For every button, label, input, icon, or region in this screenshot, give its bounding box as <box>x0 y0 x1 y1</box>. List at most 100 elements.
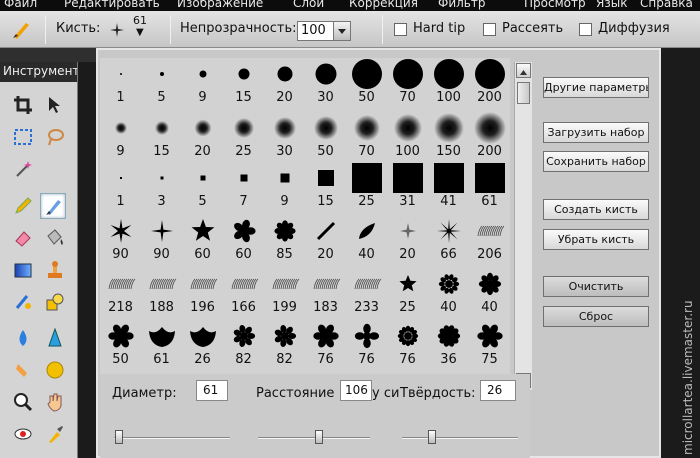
brush-preset[interactable]: 61 <box>469 162 510 210</box>
spacing-slider[interactable] <box>258 437 370 439</box>
brush-preset[interactable]: 206 <box>469 215 510 263</box>
brush-preset[interactable]: 50 <box>100 320 141 368</box>
brush-preset[interactable]: 26 <box>182 320 223 368</box>
brush-preset[interactable]: 1 <box>100 162 141 210</box>
brush-preset[interactable]: 3 <box>141 162 182 210</box>
create-brush-button[interactable]: Создать кисть <box>543 199 649 220</box>
brush-preset[interactable]: 36 <box>428 320 469 368</box>
pencil-icon[interactable] <box>10 193 36 219</box>
scroll-thumb[interactable] <box>517 82 530 104</box>
brush-preset[interactable]: 188 <box>141 268 182 316</box>
lasso-icon[interactable] <box>42 124 68 150</box>
shape-icon[interactable] <box>42 289 68 315</box>
brush-preset[interactable]: 25 <box>387 268 428 316</box>
scroll-up-button[interactable] <box>516 63 531 78</box>
scatter-checkbox[interactable] <box>483 23 496 36</box>
brush-preset[interactable]: 15 <box>141 112 182 160</box>
hardtip-checkbox[interactable] <box>394 23 407 36</box>
brush-preset[interactable]: 75 <box>469 320 510 368</box>
eyedropper-icon[interactable] <box>42 421 68 447</box>
brush-preset[interactable]: 200 <box>469 112 510 160</box>
sponge-icon[interactable] <box>42 357 68 383</box>
menu-item[interactable]: Редактировать <box>64 0 160 10</box>
marquee-select-icon[interactable] <box>10 124 36 150</box>
brush-preset[interactable]: 76 <box>305 320 346 368</box>
brush-preset[interactable]: 9 <box>182 58 223 106</box>
brush-preset[interactable]: 70 <box>346 112 387 160</box>
hand-icon[interactable] <box>42 389 68 415</box>
brush-preset[interactable]: 31 <box>387 162 428 210</box>
brush-preset[interactable]: 85 <box>264 215 305 263</box>
red-eye-icon[interactable] <box>10 421 36 447</box>
sharpen-icon[interactable] <box>42 325 68 351</box>
paint-bucket-icon[interactable] <box>42 225 68 251</box>
menu-item[interactable]: Язык <box>596 0 627 10</box>
brush-preset[interactable]: 25 <box>223 112 264 160</box>
brush-preset[interactable]: 60 <box>182 215 223 263</box>
brush-preset[interactable]: 233 <box>346 268 387 316</box>
clear-button[interactable]: Очистить <box>543 276 649 297</box>
menu-item[interactable]: Просмотр <box>524 0 586 10</box>
brush-preset[interactable]: 40 <box>428 268 469 316</box>
smudge-icon[interactable] <box>10 357 36 383</box>
remove-brush-button[interactable]: Убрать кисть <box>543 229 649 250</box>
blur-icon[interactable] <box>10 325 36 351</box>
brush-preset[interactable]: 7 <box>223 162 264 210</box>
brush-preset[interactable]: 100 <box>387 112 428 160</box>
brush-preset[interactable]: 70 <box>387 58 428 106</box>
zoom-icon[interactable] <box>10 389 36 415</box>
brush-preset[interactable]: 200 <box>469 58 510 106</box>
brush-preset[interactable]: 196 <box>182 268 223 316</box>
reset-button[interactable]: Сброс <box>543 306 649 327</box>
brush-preset[interactable]: 20 <box>182 112 223 160</box>
spacing-slider-handle[interactable] <box>315 430 323 444</box>
brush-preset[interactable]: 30 <box>305 58 346 106</box>
menu-item[interactable]: Фильтр <box>438 0 485 10</box>
menu-item[interactable]: Справка <box>640 0 693 10</box>
brush-preset[interactable]: 100 <box>428 58 469 106</box>
save-set-button[interactable]: Сохранить набор <box>543 151 649 172</box>
crop-icon[interactable] <box>10 92 36 118</box>
brush-preview-icon[interactable] <box>104 17 130 43</box>
brush-preset[interactable]: 20 <box>305 215 346 263</box>
brush-preset[interactable]: 66 <box>428 215 469 263</box>
hardness-slider-handle[interactable] <box>428 430 436 444</box>
brush-preset[interactable]: 82 <box>264 320 305 368</box>
brush-preset[interactable]: 40 <box>346 215 387 263</box>
brush-preset[interactable]: 15 <box>223 58 264 106</box>
brush-preset[interactable]: 9 <box>100 112 141 160</box>
other-params-button[interactable]: Другие параметры <box>543 77 649 98</box>
brush-preset[interactable]: 183 <box>305 268 346 316</box>
diameter-input[interactable]: 61 <box>196 380 228 401</box>
brush-preset[interactable]: 166 <box>223 268 264 316</box>
hardness-input[interactable]: 26 <box>480 380 516 401</box>
load-set-button[interactable]: Загрузить набор <box>543 122 649 143</box>
brush-preset[interactable]: 25 <box>346 162 387 210</box>
brush-preset[interactable]: 150 <box>428 112 469 160</box>
brush-preset[interactable]: 40 <box>469 268 510 316</box>
brush-preset[interactable]: 5 <box>182 162 223 210</box>
brush-preset[interactable]: 15 <box>305 162 346 210</box>
hardness-slider[interactable] <box>402 437 518 439</box>
brush-preset[interactable]: 60 <box>223 215 264 263</box>
menu-item[interactable]: Слой <box>293 0 324 10</box>
brush-preset[interactable]: 76 <box>346 320 387 368</box>
menu-item[interactable]: Изображение <box>177 0 263 10</box>
brush-icon[interactable] <box>40 193 66 219</box>
brush-preset[interactable]: 90 <box>100 215 141 263</box>
brush-preset[interactable]: 218 <box>100 268 141 316</box>
brush-preset[interactable]: 9 <box>264 162 305 210</box>
brush-preset[interactable]: 5 <box>141 58 182 106</box>
magic-wand-icon[interactable] <box>10 156 36 182</box>
diffusion-checkbox[interactable] <box>579 23 592 36</box>
move-icon[interactable] <box>42 92 68 118</box>
brush-preset[interactable]: 82 <box>223 320 264 368</box>
spacing-input[interactable]: 106 <box>340 380 372 401</box>
menu-item[interactable]: Коррекция <box>349 0 418 10</box>
chevron-down-icon[interactable] <box>333 22 350 40</box>
eraser-icon[interactable] <box>10 225 36 251</box>
menu-item[interactable]: Файл <box>4 0 37 10</box>
chevron-down-icon[interactable]: ▼ <box>136 27 144 38</box>
brush-scrollbar[interactable] <box>514 62 532 390</box>
gradient-icon[interactable] <box>10 257 36 283</box>
